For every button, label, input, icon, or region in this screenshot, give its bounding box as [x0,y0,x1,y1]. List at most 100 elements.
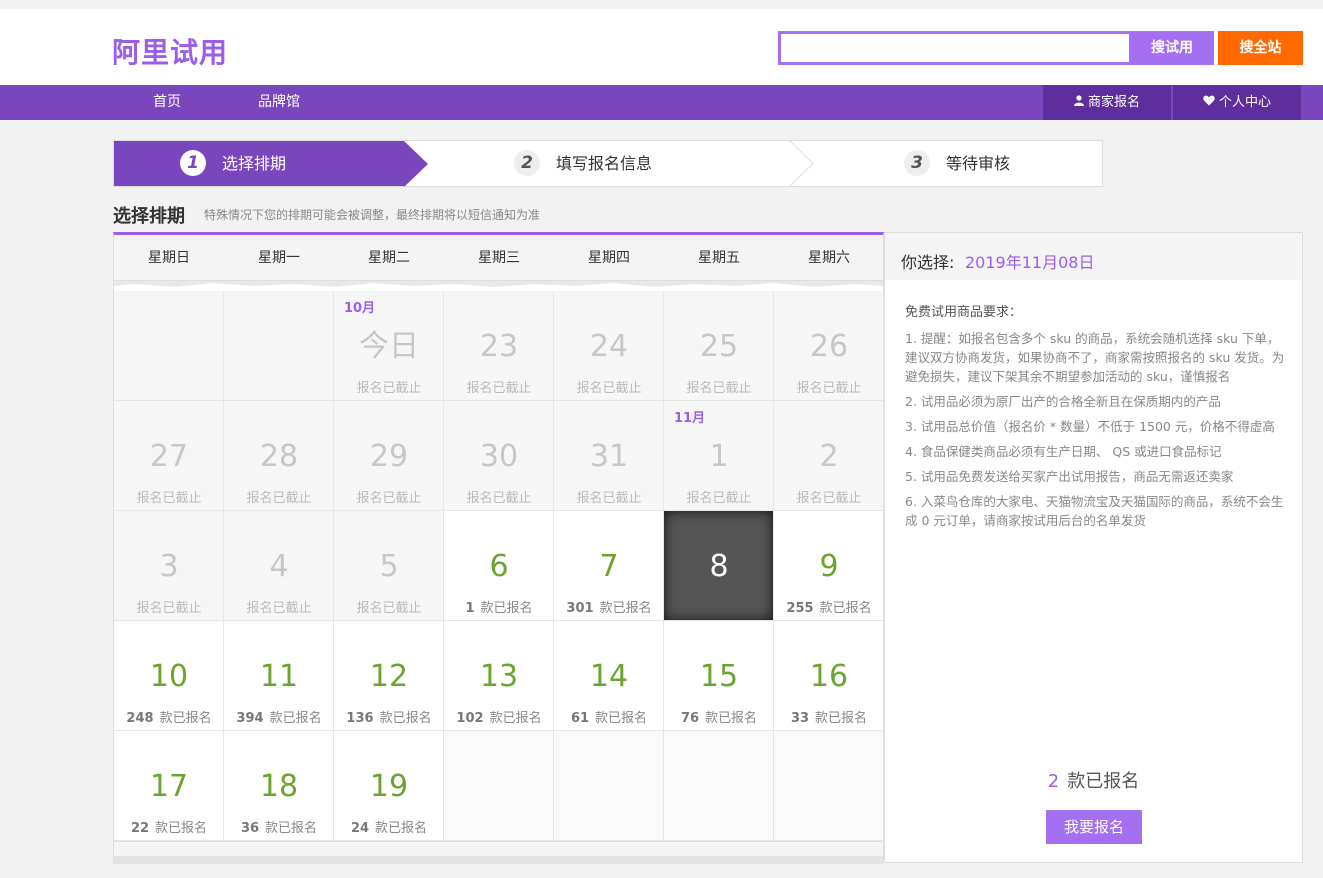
nav-item-home[interactable]: 首页 [153,85,181,120]
closed-status: 报名已截止 [356,381,422,396]
step-label: 选择排期 [222,154,287,173]
calendar-day-cell[interactable]: 16 33 款已报名 [774,621,884,731]
signup-label: 款已报名 [269,711,322,726]
day-number: 14 [589,659,629,694]
signup-count: 61 [570,711,590,726]
calendar-day-cell[interactable]: 17 22 款已报名 [114,731,224,841]
day-number: 28 [259,439,299,474]
signup-label: 款已报名 [379,711,432,726]
selected-date: 2019年11月08日 [965,253,1095,272]
signup-status: 36 款已报名 [224,817,334,836]
calendar-grid: 10月 今日 报名已截止 23 报名已截止 24 报名已截止 25 报名已截止 26 报名已截止 27… [114,291,884,841]
calendar-day-cell[interactable]: 19 24 款已报名 [334,731,444,841]
step-number: 2 [514,149,540,176]
search-input[interactable] [781,34,1129,62]
calendar-day-cell[interactable]: 11 394 款已报名 [224,621,334,731]
calendar-day-cell[interactable]: 6 1 款已报名 [444,511,554,621]
calendar-day-cell: 11月 1 报名已截止 [664,401,774,511]
signup-label: 款已报名 [155,821,208,836]
calendar-day-cell[interactable]: 7 301 款已报名 [554,511,664,621]
step-label: 等待审核 [946,154,1011,173]
closed-status: 报名已截止 [246,601,312,616]
day-number: 13 [479,659,519,694]
personal-center-link[interactable]: 个人中心 [1173,85,1301,120]
calendar-day-cell [664,731,774,841]
calendar-footer [114,841,883,864]
day-number: 30 [479,439,519,474]
step-number: 1 [180,149,206,176]
signup-label: 款已报名 [375,821,428,836]
step-3: 3 等待审核 [904,141,1010,186]
site-logo[interactable]: 阿里试用 [112,31,228,71]
calendar-day-cell: 26 报名已截止 [774,291,884,401]
day-number: 26 [809,329,849,364]
calendar-day-cell[interactable]: 13 102 款已报名 [444,621,554,731]
signup-count: 22 [130,821,150,836]
requirements-list: 1. 提醒：如报名包含多个 sku 的商品，系统会随机选择 sku 下单，建议双… [905,329,1285,536]
heart-icon [1203,85,1215,120]
closed-status: 报名已截止 [466,491,532,506]
month-label: 11月 [674,411,706,426]
day-number: 今日 [359,329,419,364]
calendar-day-cell: 5 报名已截止 [334,511,444,621]
closed-status: 报名已截止 [796,381,862,396]
weekday-mon: 星期一 [258,250,300,266]
day-number: 25 [699,329,739,364]
merchant-signup-label: 商家报名 [1087,95,1140,110]
calendar-day-cell [114,291,224,401]
signup-count: 301 [566,601,594,616]
calendar-scrollbar[interactable] [114,856,883,864]
calendar-day-cell[interactable]: 9 255 款已报名 [774,511,884,621]
signup-count: 2 款已报名 [885,767,1302,793]
signup-status: 1 款已报名 [444,597,554,616]
signup-count: 36 [240,821,260,836]
closed-status: 报名已截止 [686,381,752,396]
weekday-thu: 星期四 [588,250,630,266]
paper-tear-edge [114,281,883,287]
day-number: 31 [589,439,629,474]
day-number: 9 [819,549,839,584]
weekday-tue: 星期二 [368,250,410,266]
apply-button[interactable]: 我要报名 [1046,810,1142,844]
calendar-day-cell[interactable]: 14 61 款已报名 [554,621,664,731]
signup-status: 24 款已报名 [334,817,444,836]
closed-status: 报名已截止 [576,381,642,396]
day-number: 27 [149,439,189,474]
personal-center-label: 个人中心 [1218,95,1271,110]
calendar-day-cell[interactable]: 15 76 款已报名 [664,621,774,731]
day-number: 29 [369,439,409,474]
step-separator [789,140,814,187]
user-icon [1073,85,1084,120]
calendar-day-cell: 4 报名已截止 [224,511,334,621]
requirement-item: 6. 入菜鸟仓库的大家电、天猫物流宝及天猫国际的商品，系统不会生成 0 元订单，… [905,494,1284,528]
day-number: 16 [809,659,849,694]
signup-count: 394 [236,711,264,726]
signup-status: 22 款已报名 [114,817,224,836]
signup-count: 102 [456,711,484,726]
day-number: 19 [369,769,409,804]
header: 阿里试用 搜试用 搜全站 [0,9,1323,85]
calendar-day-cell[interactable]: 8 [664,511,774,621]
search-field[interactable] [778,31,1132,65]
signup-label: 款已报名 [599,601,652,616]
calendar-day-cell: 25 报名已截止 [664,291,774,401]
signup-status: 301 款已报名 [554,597,664,616]
closed-status: 报名已截止 [246,491,312,506]
signup-status: 102 款已报名 [444,707,554,726]
search-all-button[interactable]: 搜全站 [1218,31,1303,65]
calendar-day-cell: 31 报名已截止 [554,401,664,511]
signup-status: 76 款已报名 [664,707,774,726]
day-number: 6 [489,549,509,584]
schedule-calendar: 星期日 星期一 星期二 星期三 星期四 星期五 星期六 10月 今日 报名已截止 23… [113,232,884,864]
nav-item-brands[interactable]: 品牌馆 [258,85,300,120]
step-2: 2 填写报名信息 [514,141,652,186]
calendar-day-cell[interactable]: 10 248 款已报名 [114,621,224,731]
search-trial-button[interactable]: 搜试用 [1130,31,1214,65]
merchant-signup-link[interactable]: 商家报名 [1043,85,1171,120]
calendar-day-cell[interactable]: 12 136 款已报名 [334,621,444,731]
calendar-day-cell[interactable]: 18 36 款已报名 [224,731,334,841]
day-number: 5 [379,549,399,584]
signup-label: 款已报名 [815,711,868,726]
signup-status: 61 款已报名 [554,707,664,726]
requirements-title: 免费试用商品要求： [905,305,1023,320]
